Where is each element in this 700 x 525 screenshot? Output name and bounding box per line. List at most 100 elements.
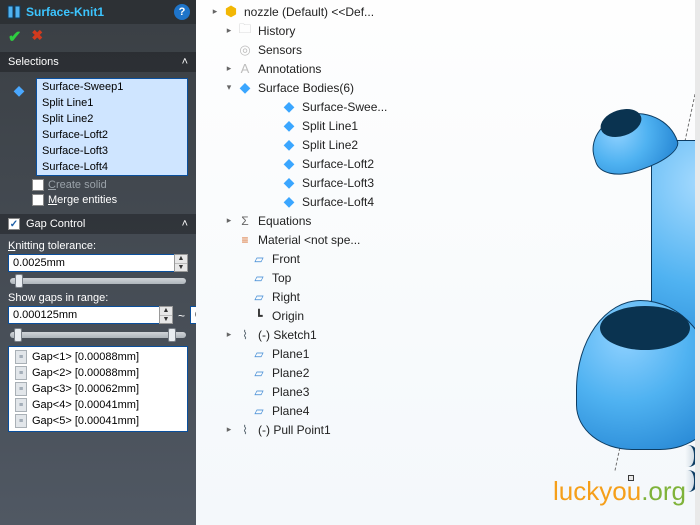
chevron-up-icon: ˄: [182, 218, 188, 230]
selection-item[interactable]: Split Line2: [37, 111, 187, 127]
plane-icon: ▱: [250, 403, 268, 419]
spinner-buttons[interactable]: ▲▼: [174, 254, 188, 272]
spinner-buttons[interactable]: ▲▼: [159, 306, 173, 324]
checkbox-checked-icon[interactable]: ✓: [8, 218, 20, 230]
create-solid-checkbox-row[interactable]: Create solid: [8, 176, 188, 191]
graphics-area[interactable]: ✱ ✱ ▸ ⬢ nozzle (Default) <<Def... ▸ 🗀 Hi…: [196, 0, 700, 525]
tree-item-plane[interactable]: ▱Plane4: [210, 401, 387, 420]
cancel-button[interactable]: ✖: [31, 27, 43, 47]
gap-item[interactable]: ≡Gap<5> [0.00041mm]: [9, 413, 187, 429]
gap-range-slider[interactable]: [10, 332, 186, 338]
merge-entities-label: Merge entities: [48, 194, 117, 206]
gap-item[interactable]: ≡Gap<1> [0.00088mm]: [9, 349, 187, 365]
tree-item-surface-body[interactable]: ◆Surface-Loft2: [210, 154, 387, 173]
model-surface-void: [600, 306, 690, 350]
tree-item-plane[interactable]: ▱Plane1: [210, 344, 387, 363]
checkbox-icon: [32, 179, 44, 191]
tree-item-surface-bodies[interactable]: ▾ ◆ Surface Bodies(6): [210, 78, 387, 97]
selection-listbox[interactable]: Surface-Sweep1 Split Line1 Split Line2 S…: [36, 78, 188, 176]
surface-icon: ◆: [280, 118, 298, 134]
gap-item[interactable]: ≡Gap<4> [0.00041mm]: [9, 397, 187, 413]
sketch-icon: ⌇: [236, 327, 254, 343]
material-icon: ≡: [236, 232, 254, 248]
tree-item-plane[interactable]: ▱Top: [210, 268, 387, 287]
tree-item-sketch[interactable]: ▸⌇(-) Sketch1: [210, 325, 387, 344]
knitting-tolerance-label: Knitting tolerance:: [8, 240, 188, 252]
feature-header: Surface-Knit1 ?: [0, 0, 196, 24]
surface-bodies-icon: ◆: [236, 80, 254, 96]
selection-item[interactable]: Surface-Loft4: [37, 159, 187, 175]
surface-icon: ◆: [280, 175, 298, 191]
expander-collapsed-icon[interactable]: ▸: [210, 6, 220, 17]
ok-button[interactable]: ✔: [8, 27, 21, 47]
tree-item-origin[interactable]: ┗Origin: [210, 306, 387, 325]
sensors-icon: ◎: [236, 42, 254, 58]
folder-icon: 🗀: [236, 23, 254, 39]
expander-collapsed-icon[interactable]: ▸: [224, 329, 234, 340]
plane-icon: ▱: [250, 346, 268, 362]
show-gaps-label: Show gaps in range:: [8, 292, 188, 304]
feature-title: Surface-Knit1: [26, 5, 104, 19]
gap-listbox[interactable]: ≡Gap<1> [0.00088mm] ≡Gap<2> [0.00088mm] …: [8, 346, 188, 432]
selection-item[interactable]: Split Line1: [37, 95, 187, 111]
selection-type-icon: ◆: [8, 78, 30, 176]
plane-icon: ▱: [250, 365, 268, 381]
plane-icon: ▱: [250, 270, 268, 286]
tree-item-annotations[interactable]: ▸ A Annotations: [210, 59, 387, 78]
tree-item-history[interactable]: ▸ 🗀 History: [210, 21, 387, 40]
tree-item-surface-body[interactable]: ◆Surface-Loft3: [210, 173, 387, 192]
selection-item[interactable]: Surface-Sweep1: [37, 79, 187, 95]
sketch-icon: ⌇: [236, 422, 254, 438]
tree-item-surface-body[interactable]: ◆Split Line2: [210, 135, 387, 154]
tree-item-surface-body[interactable]: ◆Surface-Loft4: [210, 192, 387, 211]
part-icon: ⬢: [222, 4, 240, 20]
gap-item[interactable]: ≡Gap<2> [0.00088mm]: [9, 365, 187, 381]
knitting-tolerance-input[interactable]: ▲▼: [8, 254, 188, 272]
confirm-bar: ✔ ✖: [0, 24, 196, 52]
tree-item-surface-body[interactable]: ◆Surface-Swee...: [210, 97, 387, 116]
scrollbar[interactable]: [695, 0, 700, 525]
gap-icon: ≡: [15, 366, 27, 380]
gap-control-title: Gap Control: [26, 218, 85, 230]
equations-icon: Σ: [236, 213, 254, 229]
gap-icon: ≡: [15, 414, 27, 428]
selections-title: Selections: [8, 56, 59, 68]
gap-control-section-header[interactable]: ✓ Gap Control ˄: [0, 214, 196, 234]
feature-tree: ▸ ⬢ nozzle (Default) <<Def... ▸ 🗀 Histor…: [210, 2, 387, 439]
gap-range-min-input[interactable]: ▲▼: [8, 306, 173, 324]
merge-entities-checkbox-row[interactable]: Merge entities: [8, 191, 188, 206]
gap-item[interactable]: ≡Gap<3> [0.00062mm]: [9, 381, 187, 397]
watermark: luckyou.org: [553, 476, 686, 507]
tree-item-plane[interactable]: ▱Front: [210, 249, 387, 268]
tree-item-plane[interactable]: ▱Plane2: [210, 363, 387, 382]
tolerance-slider[interactable]: [10, 278, 186, 284]
expander-collapsed-icon[interactable]: ▸: [224, 63, 234, 74]
expander-collapsed-icon[interactable]: ▸: [224, 25, 234, 36]
selection-item[interactable]: Surface-Loft2: [37, 127, 187, 143]
expander-collapsed-icon[interactable]: ▸: [224, 424, 234, 435]
gap-icon: ≡: [15, 382, 27, 396]
plane-icon: ▱: [250, 289, 268, 305]
tree-root[interactable]: ▸ ⬢ nozzle (Default) <<Def...: [210, 2, 387, 21]
expander-collapsed-icon[interactable]: ▸: [224, 215, 234, 226]
knitting-tolerance-field[interactable]: [8, 254, 174, 272]
tree-item-plane[interactable]: ▱Right: [210, 287, 387, 306]
tree-item-surface-body[interactable]: ◆Split Line1: [210, 116, 387, 135]
selection-item[interactable]: Surface-Loft3: [37, 143, 187, 159]
tree-item-sensors[interactable]: ◎ Sensors: [210, 40, 387, 59]
annotations-icon: A: [236, 61, 254, 77]
selections-section-header[interactable]: Selections ˄: [0, 52, 196, 72]
plane-icon: ▱: [250, 384, 268, 400]
surface-icon: ◆: [280, 137, 298, 153]
gap-icon: ≡: [15, 350, 27, 364]
tree-item-material[interactable]: ≡Material <not spe...: [210, 230, 387, 249]
help-icon[interactable]: ?: [174, 4, 190, 20]
tree-item-equations[interactable]: ▸ΣEquations: [210, 211, 387, 230]
tree-item-sketch[interactable]: ▸⌇(-) Pull Point1: [210, 420, 387, 439]
gap-icon: ≡: [15, 398, 27, 412]
tree-item-plane[interactable]: ▱Plane3: [210, 382, 387, 401]
gap-range-min-field[interactable]: [8, 306, 159, 324]
expander-expanded-icon[interactable]: ▾: [224, 82, 234, 93]
surface-icon: ◆: [280, 156, 298, 172]
property-manager-panel: Surface-Knit1 ? ✔ ✖ Selections ˄ ◆ Surfa…: [0, 0, 196, 525]
